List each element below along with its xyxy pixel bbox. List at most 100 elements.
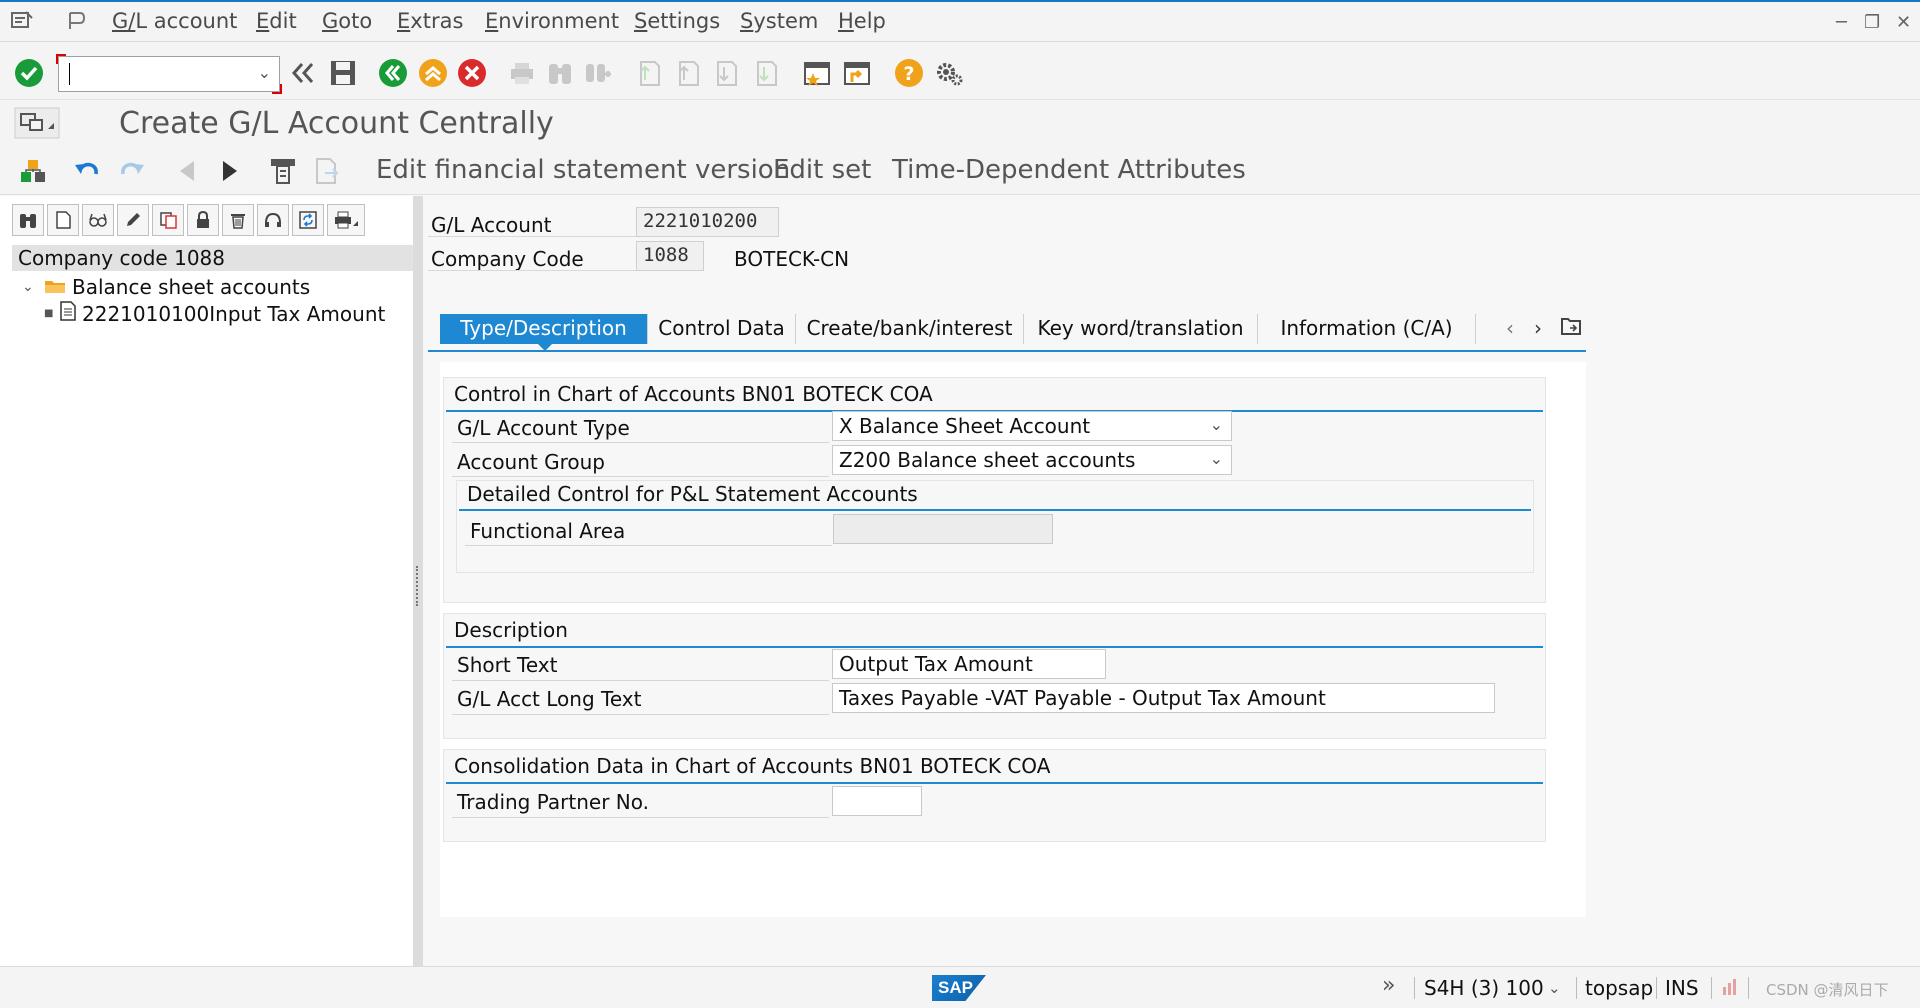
exit-icon[interactable] — [418, 58, 448, 88]
display-change-icon[interactable] — [268, 156, 298, 186]
chevron-down-icon[interactable]: ⌄ — [22, 279, 42, 295]
group-description: Description Short Text Output Tax Amount… — [443, 613, 1546, 739]
chevron-down-icon[interactable]: ⌄ — [1548, 979, 1561, 997]
divider — [1748, 977, 1749, 999]
gear-icon[interactable] — [934, 58, 964, 88]
shortcut-icon[interactable] — [842, 58, 872, 88]
close-window-icon[interactable]: ✕ — [1896, 12, 1911, 33]
trading-partner-input[interactable] — [832, 786, 922, 816]
system-toolbar: ⌄ ? — [0, 42, 1920, 100]
screen-menu-icon[interactable] — [14, 107, 60, 139]
chevron-right-icon[interactable]: › — [1534, 316, 1542, 340]
chevron-left-icon[interactable]: ‹ — [1506, 316, 1514, 340]
divider — [452, 817, 829, 818]
restore-icon[interactable]: ❐ — [1864, 12, 1880, 33]
enter-check-icon[interactable] — [14, 58, 44, 88]
new-session-icon[interactable] — [802, 58, 832, 88]
menu-extras[interactable]: Extras — [397, 9, 463, 33]
divider — [1414, 977, 1415, 999]
tree-print-icon[interactable] — [327, 204, 365, 236]
splitter-grip[interactable] — [416, 566, 420, 606]
chart-icon — [1720, 977, 1740, 1001]
last-page-icon[interactable] — [750, 58, 780, 88]
tree-header[interactable]: Company code 1088 — [12, 245, 415, 271]
new-document-icon[interactable] — [47, 204, 79, 236]
help-icon[interactable]: ? — [894, 58, 924, 88]
headset-icon[interactable] — [257, 204, 289, 236]
tab-information-ca[interactable]: Information (C/A) — [1258, 314, 1476, 344]
menu-goto[interactable]: Goto — [322, 9, 372, 33]
edit-set-button[interactable]: Edit set — [773, 155, 871, 185]
short-text-input[interactable]: Output Tax Amount — [832, 649, 1106, 679]
chevron-down-icon[interactable]: ⌄ — [1210, 415, 1223, 434]
glasses-display-icon[interactable] — [82, 204, 114, 236]
next-arrow-icon[interactable] — [215, 156, 245, 186]
gl-account-field: 2221010200 — [636, 207, 779, 237]
previous-page-icon[interactable] — [672, 58, 702, 88]
account-group-select[interactable]: Z200 Balance sheet accounts ⌄ — [832, 445, 1232, 475]
menu-settings[interactable]: Settings — [634, 9, 720, 33]
command-field[interactable]: ⌄ — [56, 54, 282, 94]
menu-edit[interactable]: Edit — [256, 9, 297, 33]
tab-type-description[interactable]: Type/Description — [440, 314, 648, 351]
pencil-icon[interactable] — [117, 204, 149, 236]
document-icon[interactable] — [311, 156, 341, 186]
menu-system[interactable]: System — [740, 9, 818, 33]
group-consolidation: Consolidation Data in Chart of Accounts … — [443, 749, 1546, 842]
account-type-value: X Balance Sheet Account — [839, 414, 1091, 438]
divider — [452, 714, 829, 715]
next-page-icon[interactable] — [710, 58, 740, 88]
tab-create-bank-interest[interactable]: Create/bank/interest — [796, 314, 1024, 344]
undo-icon[interactable] — [72, 156, 102, 186]
cancel-icon[interactable] — [457, 58, 487, 88]
lock-icon[interactable] — [187, 204, 219, 236]
pin-icon[interactable] — [64, 10, 88, 32]
tree-toolbar — [12, 204, 368, 236]
panel-splitter[interactable] — [413, 196, 423, 966]
menu-bar: G/L account Edit Goto Extras Environment… — [0, 0, 1920, 42]
previous-arrow-icon[interactable] — [172, 156, 202, 186]
hierarchy-icon[interactable] — [18, 156, 48, 186]
chevron-down-icon[interactable]: ⌄ — [1210, 449, 1223, 468]
find-icon[interactable] — [545, 58, 575, 88]
divider — [1656, 977, 1657, 999]
group-rule — [459, 509, 1531, 511]
back-icon[interactable] — [378, 58, 408, 88]
text-cursor — [69, 63, 70, 85]
tab-key-word-translation[interactable]: Key word/translation — [1024, 314, 1258, 344]
menu-environment[interactable]: Environment — [485, 9, 619, 33]
account-type-select[interactable]: X Balance Sheet Account ⌄ — [832, 411, 1232, 441]
insert-mode[interactable]: INS — [1665, 976, 1699, 1000]
minimize-icon[interactable]: ─ — [1836, 12, 1847, 33]
trash-icon[interactable] — [222, 204, 254, 236]
company-code-label: Company Code — [431, 247, 584, 271]
chevron-down-icon[interactable]: ⌄ — [258, 63, 271, 82]
menu-list-icon[interactable] — [10, 10, 34, 32]
long-text-label: G/L Acct Long Text — [457, 687, 642, 711]
refresh-icon[interactable] — [292, 204, 324, 236]
first-page-icon[interactable] — [633, 58, 663, 88]
expand-status-icon[interactable]: » — [1382, 973, 1395, 998]
tree-node-account[interactable]: ■ 2221010100Input Tax Amount — [44, 301, 385, 326]
collapse-double-left-icon[interactable] — [288, 58, 318, 88]
page-title: Create G/L Account Centrally — [119, 106, 554, 141]
print-icon[interactable] — [507, 58, 537, 88]
redo-icon[interactable] — [117, 156, 147, 186]
time-dependent-attributes-button[interactable]: Time-Dependent Attributes — [892, 155, 1246, 185]
copy-icon[interactable] — [152, 204, 184, 236]
menu-gl-account[interactable]: G/L account — [112, 9, 237, 33]
tab-control-data[interactable]: Control Data — [648, 314, 796, 344]
find-next-icon[interactable] — [583, 58, 613, 88]
save-icon[interactable] — [328, 58, 358, 88]
menu-help[interactable]: Help — [838, 9, 886, 33]
long-text-input[interactable]: Taxes Payable -VAT Payable - Output Tax … — [832, 683, 1495, 713]
tree-node-balance-sheet[interactable]: ⌄ Balance sheet accounts — [22, 275, 310, 299]
tab-list-icon[interactable] — [1560, 316, 1582, 340]
document-list-icon — [60, 301, 76, 326]
system-info[interactable]: S4H (3) 100 — [1424, 976, 1544, 1000]
watermark: CSDN @清风日下 — [1766, 981, 1889, 999]
tree-folder-label: Balance sheet accounts — [72, 275, 311, 299]
command-input[interactable] — [73, 59, 253, 89]
edit-fs-version-button[interactable]: Edit financial statement version — [376, 155, 790, 185]
binoculars-icon[interactable] — [12, 204, 44, 236]
